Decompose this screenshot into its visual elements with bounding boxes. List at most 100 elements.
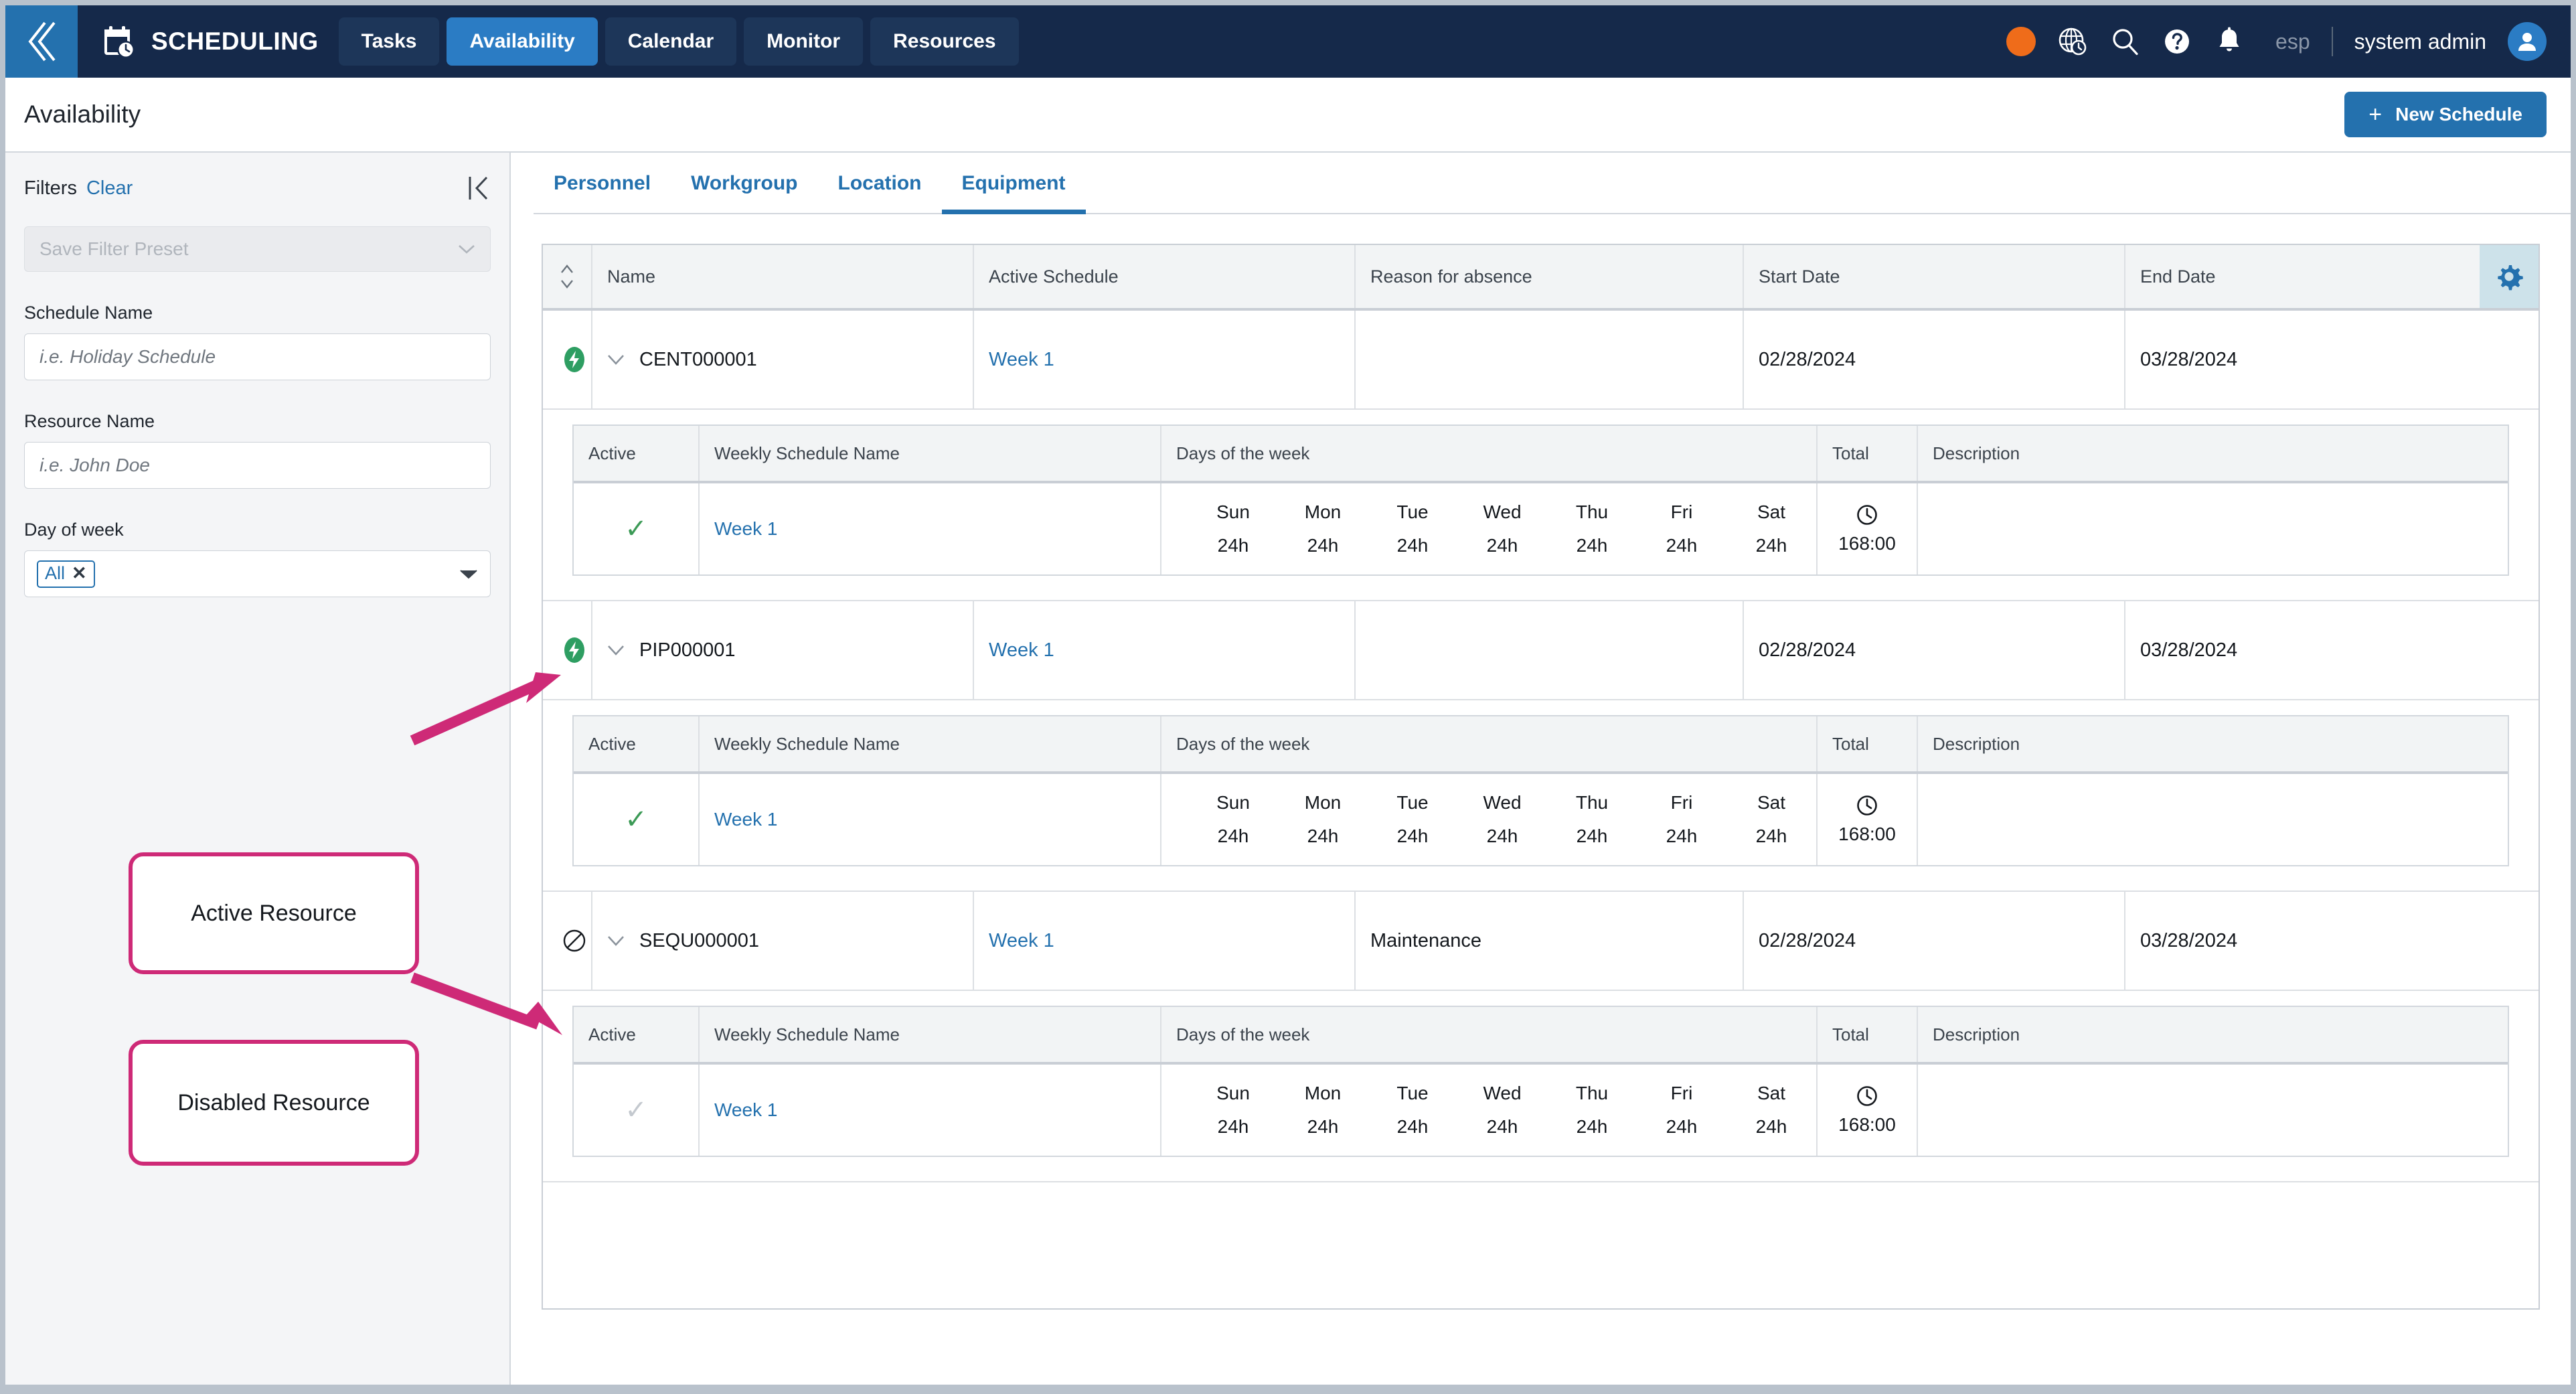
day-label: Sat <box>1757 501 1786 522</box>
days-grid: Sun 24h Mon 24h Tue 24h Wed 24h Thu 24h … <box>1176 501 1816 556</box>
active-schedule-link[interactable]: Week 1 <box>989 639 1054 662</box>
column-header-name[interactable]: Name <box>591 245 973 308</box>
resource-name-input[interactable]: i.e. John Doe <box>24 442 491 489</box>
start-date-cell: 02/28/2024 <box>1743 311 2124 408</box>
description-cell <box>1917 774 2508 865</box>
column-header-start-date[interactable]: Start Date <box>1743 245 2124 308</box>
total-cell: 168:00 <box>1816 483 1917 574</box>
subcolumn-header-description: Description <box>1917 426 2508 481</box>
schedule-name-input[interactable]: i.e. Holiday Schedule <box>24 333 491 380</box>
end-date-cell: 03/28/2024 <box>2124 892 2539 990</box>
nav-tab-availability[interactable]: Availability <box>447 17 598 66</box>
gear-icon <box>2498 265 2523 291</box>
avatar[interactable] <box>2508 22 2547 61</box>
active-schedule-cell: Week 1 <box>973 892 1354 990</box>
table-row[interactable]: SEQU000001 Week 1 Maintenance 02/28/2024… <box>543 892 2539 991</box>
availability-table: Name Active Schedule Reason for absence … <box>542 244 2540 1310</box>
collapse-left-icon[interactable] <box>468 175 491 201</box>
locale-label[interactable]: esp <box>2266 29 2310 54</box>
weekly-schedule-name-link[interactable]: Week 1 <box>714 1099 777 1121</box>
nav-tab-monitor[interactable]: Monitor <box>744 17 864 66</box>
globe-clock-icon[interactable] <box>2057 26 2088 57</box>
subtable-row[interactable]: ✓ Week 1 Sun 24h Mon 24h Tue 24h Wed 24h… <box>574 483 2508 574</box>
column-header-end-date[interactable]: End Date <box>2124 245 2480 308</box>
subcolumn-header-days-of-the-week: Days of the week <box>1160 426 1816 481</box>
help-icon[interactable] <box>2162 26 2192 57</box>
weekly-schedule-name-link[interactable]: Week 1 <box>714 518 777 540</box>
close-icon[interactable]: ✕ <box>72 563 87 584</box>
start-date-cell: 02/28/2024 <box>1743 892 2124 990</box>
active-check-cell: ✓ <box>574 774 698 865</box>
save-filter-preset-placeholder: Save Filter Preset <box>39 238 189 259</box>
clock-icon <box>1857 505 1877 525</box>
resource-status-cell <box>543 601 591 699</box>
day-of-week-chip: All ✕ <box>37 560 95 588</box>
bell-icon[interactable] <box>2214 26 2245 57</box>
day-column-wed: Wed 24h <box>1457 792 1547 847</box>
subtable-row[interactable]: ✓ Week 1 Sun 24h Mon 24h Tue 24h Wed 24h… <box>574 1065 2508 1156</box>
subcolumn-header-description: Description <box>1917 716 2508 771</box>
status-dot-icon[interactable] <box>2006 27 2036 56</box>
total-value: 168:00 <box>1838 824 1896 844</box>
weekly-schedule-subtable-wrapper: Active Weekly Schedule Name Days of the … <box>543 410 2539 601</box>
main-content: Personnel Workgroup Location Equipment N… <box>511 153 2571 1385</box>
nav-right-cluster: esp system admin <box>2006 22 2571 61</box>
subtable-row[interactable]: ✓ Week 1 Sun 24h Mon 24h Tue 24h Wed 24h… <box>574 774 2508 865</box>
day-label: Thu <box>1575 1083 1609 1103</box>
weekly-schedule-subtable-wrapper: Active Weekly Schedule Name Days of the … <box>543 991 2539 1182</box>
resource-name-cell: PIP000001 <box>591 601 973 699</box>
tab-location[interactable]: Location <box>818 172 942 214</box>
day-label: Tue <box>1396 1083 1429 1103</box>
page-title: Availability <box>24 100 141 128</box>
active-schedule-link[interactable]: Week 1 <box>989 930 1054 952</box>
day-label: Thu <box>1575 501 1609 522</box>
day-hours: 24h <box>1576 826 1608 846</box>
table-settings-button[interactable] <box>2480 245 2539 308</box>
filters-header: Filters Clear <box>24 153 491 201</box>
table-row[interactable]: CENT000001 Week 1 02/28/2024 03/28/2024 <box>543 311 2539 410</box>
save-filter-preset-select[interactable]: Save Filter Preset <box>24 226 491 272</box>
new-schedule-label: New Schedule <box>2395 104 2522 125</box>
nav-tab-resources[interactable]: Resources <box>870 17 1019 66</box>
active-check-cell: ✓ <box>574 483 698 574</box>
new-schedule-button[interactable]: + New Schedule <box>2344 92 2547 137</box>
weekly-schedule-subtable: Active Weekly Schedule Name Days of the … <box>572 424 2509 576</box>
chevron-down-icon[interactable] <box>607 935 625 947</box>
column-header-active-schedule[interactable]: Active Schedule <box>973 245 1354 308</box>
chevron-down-icon[interactable] <box>607 354 625 366</box>
day-of-week-select[interactable]: All ✕ <box>24 550 491 597</box>
tab-workgroup[interactable]: Workgroup <box>671 172 817 214</box>
sort-column-header[interactable] <box>543 245 591 308</box>
clear-filters-link[interactable]: Clear <box>86 177 133 200</box>
day-hours: 24h <box>1396 1116 1429 1137</box>
day-label: Wed <box>1483 792 1522 813</box>
end-date-cell: 03/28/2024 <box>2124 601 2539 699</box>
day-hours: 24h <box>1576 535 1608 556</box>
day-hours: 24h <box>1217 826 1249 846</box>
day-column-sun: Sun 24h <box>1188 501 1278 556</box>
user-name-label[interactable]: system admin <box>2354 29 2486 54</box>
weekly-schedule-name-link[interactable]: Week 1 <box>714 809 777 830</box>
column-header-reason-for-absence[interactable]: Reason for absence <box>1354 245 1743 308</box>
day-label: Fri <box>1670 501 1693 522</box>
nav-tab-tasks[interactable]: Tasks <box>338 17 440 66</box>
day-hours: 24h <box>1755 826 1787 846</box>
screenshot-root: SCHEDULING Tasks Availability Calendar M… <box>0 0 2576 1394</box>
page-header: Availability + New Schedule <box>5 78 2571 153</box>
active-check-cell: ✓ <box>574 1065 698 1156</box>
back-button[interactable] <box>5 5 78 78</box>
search-icon[interactable] <box>2109 26 2140 57</box>
active-schedule-link[interactable]: Week 1 <box>989 349 1054 371</box>
chevron-down-icon[interactable] <box>607 644 625 656</box>
nav-tab-calendar[interactable]: Calendar <box>605 17 737 66</box>
day-column-thu: Thu 24h <box>1547 1083 1637 1138</box>
resource-name-label: Resource Name <box>24 411 155 431</box>
day-label: Fri <box>1670 1083 1693 1103</box>
tab-equipment[interactable]: Equipment <box>941 172 1086 214</box>
table-row[interactable]: PIP000001 Week 1 02/28/2024 03/28/2024 <box>543 601 2539 700</box>
reason-cell <box>1354 311 1743 408</box>
availability-table-wrapper: Name Active Schedule Reason for absence … <box>534 214 2571 1385</box>
subcolumn-header-total: Total <box>1816 716 1917 771</box>
tab-personnel[interactable]: Personnel <box>534 172 671 214</box>
resource-name-value: SEQU000001 <box>639 929 759 951</box>
